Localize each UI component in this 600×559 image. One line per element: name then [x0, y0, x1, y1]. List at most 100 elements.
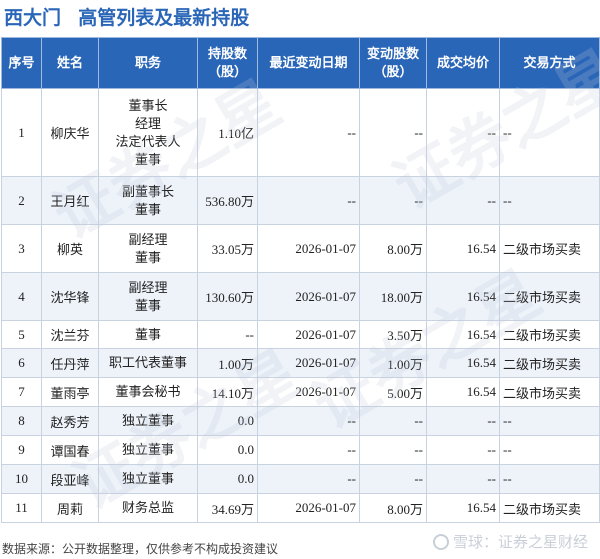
cell-position: 董事会秘书	[98, 377, 198, 407]
cell-change-shares: --	[359, 88, 427, 177]
cell-trade-method: --	[499, 176, 600, 225]
table-row: 4 沈华锋 副经理 董事 130.60万 2026-01-07 18.00万 16.54 二级市…	[1, 272, 600, 321]
position-line: 董事长	[128, 97, 168, 113]
header-position: 职务	[98, 37, 198, 89]
cell-shares: 1.10亿	[197, 88, 258, 177]
cell-shares: --	[197, 320, 258, 349]
cell-index: 4	[1, 272, 42, 321]
position-line: 独立董事	[121, 442, 174, 457]
cell-index: 8	[1, 406, 42, 436]
cell-index: 1	[1, 88, 42, 177]
cell-shares: 34.69万	[197, 493, 258, 523]
cell-shares: 0.0	[197, 435, 258, 465]
cell-avg-price: 16.54	[426, 348, 500, 378]
cell-index: 7	[1, 377, 42, 407]
cell-change-shares: --	[359, 406, 427, 436]
cell-name: 董雨亭	[41, 377, 99, 407]
position-line: 法定代表人	[115, 133, 181, 149]
cell-avg-price: 16.54	[426, 377, 500, 407]
cell-change-date: --	[257, 88, 360, 177]
cell-trade-method: 二级市场买卖	[499, 493, 600, 523]
table-subtitle: 高管列表及最新持股	[78, 8, 250, 29]
cell-change-shares: 1.00万	[359, 348, 427, 378]
cell-avg-price: 16.54	[426, 320, 500, 349]
table-row: 5 沈兰芬 董事 -- 2026-01-07 3.50万 16.54 二级市场买卖	[1, 320, 600, 349]
cell-position: 职工代表董事	[98, 348, 198, 378]
position-line: 董事	[134, 151, 161, 167]
position-line: 独立董事	[121, 471, 174, 486]
table-row: 1 柳庆华 董事长 经理 法定代表人 董事 1.10亿 -- -- -- --	[1, 88, 600, 177]
cell-avg-price: --	[426, 88, 500, 177]
position-line: 董事	[134, 249, 161, 265]
header-change-date: 最近变动日期	[257, 37, 360, 89]
position-line: 职工代表董事	[108, 355, 187, 370]
cell-change-shares: 8.00万	[359, 224, 427, 273]
cell-trade-method: 二级市场买卖	[499, 320, 600, 349]
cell-avg-price: --	[426, 435, 500, 465]
table-row: 10 段亚峰 独立董事 0.0 -- -- -- --	[1, 464, 600, 494]
position-line: 副经理	[128, 279, 168, 295]
cell-index: 2	[1, 176, 42, 225]
position-line: 财务总监	[121, 500, 174, 515]
cell-position: 董事	[98, 320, 198, 349]
table-row: 11 周莉 财务总监 34.69万 2026-01-07 8.00万 16.54 二级市场买卖	[1, 493, 600, 523]
cell-position: 财务总监	[98, 493, 198, 523]
cell-avg-price: 16.54	[426, 224, 500, 273]
cell-position: 副经理 董事	[98, 224, 198, 273]
page-title: 西大门 高管列表及最新持股	[4, 3, 249, 29]
cell-position: 副经理 董事	[98, 272, 198, 321]
cell-shares: 130.60万	[197, 272, 258, 321]
data-source-note: 数据来源：公开数据整理，仅供参考不构成投资建议	[2, 542, 279, 556]
cell-change-shares: 18.00万	[359, 272, 427, 321]
snowball-logo-icon	[432, 533, 449, 550]
cell-name: 柳庆华	[41, 88, 99, 177]
cell-name: 周莉	[41, 493, 99, 523]
cell-trade-method: --	[499, 88, 600, 177]
cell-change-shares: --	[359, 176, 427, 225]
cell-avg-price: --	[426, 176, 500, 225]
cell-position: 独立董事	[98, 435, 198, 465]
position-line: 董事	[134, 326, 161, 342]
header-index: 序号	[1, 37, 42, 89]
cell-shares: 33.05万	[197, 224, 258, 273]
cell-avg-price: --	[426, 464, 500, 494]
header-avg-price: 成交均价	[426, 37, 500, 89]
cell-change-date: --	[257, 176, 360, 225]
cell-shares: 0.0	[197, 464, 258, 494]
cell-trade-method: 二级市场买卖	[499, 377, 600, 407]
cell-change-shares: 3.50万	[359, 320, 427, 349]
table-body: 1 柳庆华 董事长 经理 法定代表人 董事 1.10亿 -- -- -- -- 2 王月红 副董事长 董事 5…	[1, 88, 600, 523]
cell-change-shares: 8.00万	[359, 493, 427, 523]
cell-name: 任丹萍	[41, 348, 99, 378]
cell-change-date: 2026-01-07	[257, 348, 360, 378]
company-name: 西大门	[4, 8, 62, 29]
cell-index: 9	[1, 435, 42, 465]
cell-trade-method: 二级市场买卖	[499, 224, 600, 273]
cell-index: 11	[1, 493, 42, 523]
cell-name: 段亚峰	[41, 464, 99, 494]
cell-position: 独立董事	[98, 464, 198, 494]
header-change-shares: 变动股数 （股）	[359, 37, 427, 89]
table-row: 8 赵秀芳 独立董事 0.0 -- -- -- --	[1, 406, 600, 436]
cell-change-date: 2026-01-07	[257, 377, 360, 407]
cell-change-shares: --	[359, 464, 427, 494]
cell-name: 王月红	[41, 176, 99, 225]
header-shares: 持股数 （股）	[197, 37, 258, 89]
cell-change-date: --	[257, 464, 360, 494]
table-row: 6 任丹萍 职工代表董事 1.00万 2026-01-07 1.00万 16.54 二级市场买…	[1, 348, 600, 378]
cell-trade-method: --	[499, 435, 600, 465]
position-line: 经理	[134, 115, 161, 131]
position-line: 副董事长	[121, 183, 174, 199]
cell-index: 3	[1, 224, 42, 273]
header-name: 姓名	[41, 37, 99, 89]
cell-shares: 0.0	[197, 406, 258, 436]
table-header-row: 序号 姓名 职务 持股数 （股） 最近变动日期 变动股数 （股） 成交均价 交易方式	[1, 37, 600, 89]
cell-change-date: 2026-01-07	[257, 493, 360, 523]
cell-position: 副董事长 董事	[98, 176, 198, 225]
cell-name: 沈华锋	[41, 272, 99, 321]
table-row: 7 董雨亭 董事会秘书 14.10万 2026-01-07 5.00万 16.54 二级市场买…	[1, 377, 600, 407]
cell-trade-method: 二级市场买卖	[499, 348, 600, 378]
cell-shares: 1.00万	[197, 348, 258, 378]
cell-trade-method: --	[499, 464, 600, 494]
cell-change-date: 2026-01-07	[257, 320, 360, 349]
